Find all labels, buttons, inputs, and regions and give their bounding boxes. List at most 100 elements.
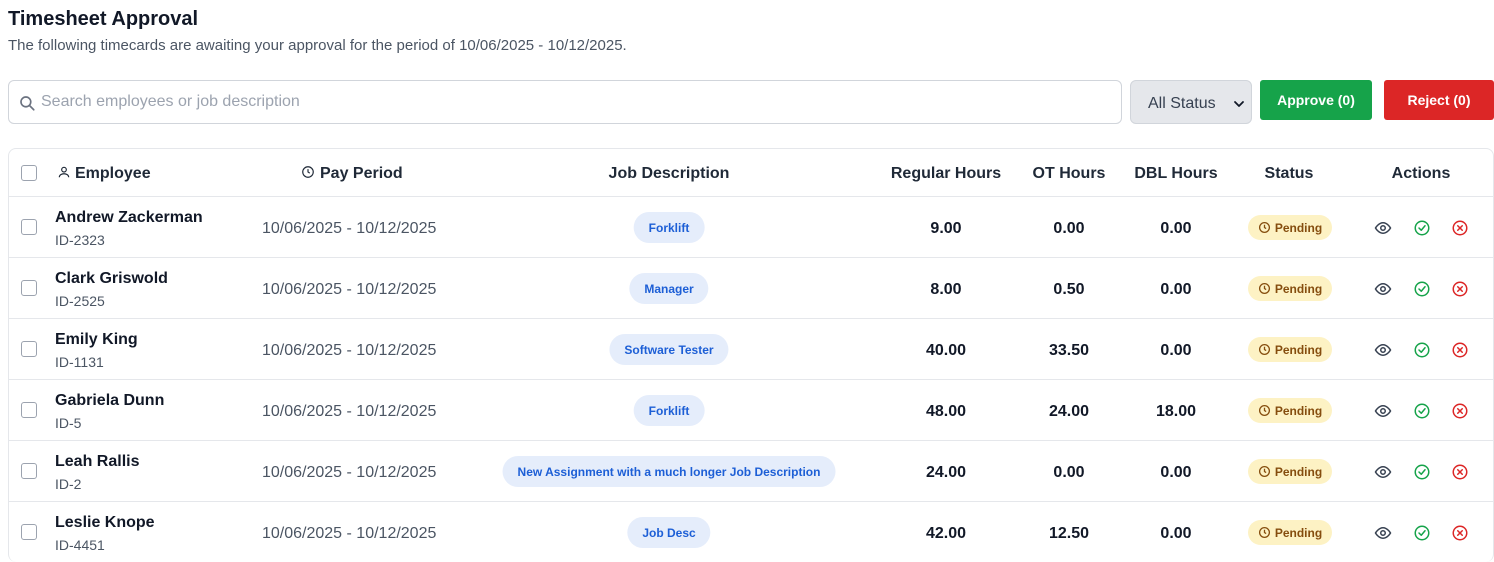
reject-row-icon[interactable] xyxy=(1451,280,1469,298)
table-row: Emily King ID-1131 10/06/2025 - 10/12/20… xyxy=(9,319,1493,380)
dbl-hours: 0.00 xyxy=(1160,342,1192,359)
reject-row-icon[interactable] xyxy=(1451,463,1469,481)
timesheet-table: Employee Pay Period Job Description Regu… xyxy=(8,148,1494,562)
pay-period: 10/06/2025 - 10/12/2025 xyxy=(262,342,437,359)
page-subtitle: The following timecards are awaiting you… xyxy=(8,37,627,54)
job-description-tag: New Assignment with a much longer Job De… xyxy=(502,456,836,487)
approve-row-icon[interactable] xyxy=(1413,524,1431,542)
row-checkbox[interactable] xyxy=(21,341,37,357)
table-row: Leslie Knope ID-4451 10/06/2025 - 10/12/… xyxy=(9,502,1493,562)
table-row: Andrew Zackerman ID-2323 10/06/2025 - 10… xyxy=(9,197,1493,258)
view-icon[interactable] xyxy=(1374,463,1392,481)
status-label: Pending xyxy=(1274,525,1323,540)
approve-row-icon[interactable] xyxy=(1413,219,1431,237)
employee-name: Andrew Zackerman xyxy=(55,209,203,226)
status-badge: Pending xyxy=(1248,337,1332,362)
job-description-tag: Manager xyxy=(629,273,709,304)
user-icon xyxy=(58,166,70,178)
reject-row-icon[interactable] xyxy=(1451,341,1469,359)
column-employee: Employee xyxy=(57,165,151,183)
ot-hours: 12.50 xyxy=(1048,525,1090,542)
row-checkbox[interactable] xyxy=(21,402,37,418)
employee-name: Clark Griswold xyxy=(55,270,168,287)
row-checkbox[interactable] xyxy=(21,280,37,296)
view-icon[interactable] xyxy=(1374,524,1392,542)
column-job-description: Job Description xyxy=(608,165,730,182)
dbl-hours: 0.00 xyxy=(1160,220,1192,237)
view-icon[interactable] xyxy=(1374,219,1392,237)
clock-icon xyxy=(1258,282,1270,295)
search-icon xyxy=(20,96,35,111)
view-icon[interactable] xyxy=(1374,280,1392,298)
ot-hours: 33.50 xyxy=(1048,342,1090,359)
ot-hours: 0.00 xyxy=(1053,220,1085,237)
table-row: Leah Rallis ID-2 10/06/2025 - 10/12/2025… xyxy=(9,441,1493,502)
ot-hours: 0.50 xyxy=(1053,281,1085,298)
job-description-tag: Job Desc xyxy=(627,517,711,548)
ot-hours: 24.00 xyxy=(1048,403,1090,420)
status-filter-select[interactable]: All Status xyxy=(1130,80,1252,124)
approve-row-icon[interactable] xyxy=(1413,463,1431,481)
clock-icon xyxy=(1258,465,1270,478)
pay-period: 10/06/2025 - 10/12/2025 xyxy=(262,464,437,481)
pay-period: 10/06/2025 - 10/12/2025 xyxy=(262,403,437,420)
employee-name: Gabriela Dunn xyxy=(55,392,165,409)
dbl-hours: 0.00 xyxy=(1160,525,1192,542)
status-badge: Pending xyxy=(1248,276,1332,301)
pay-period: 10/06/2025 - 10/12/2025 xyxy=(262,220,437,237)
clock-icon xyxy=(1258,221,1270,234)
status-badge: Pending xyxy=(1248,459,1332,484)
column-pay-period: Pay Period xyxy=(301,165,403,183)
status-label: Pending xyxy=(1274,281,1323,296)
table-row: Clark Griswold ID-2525 10/06/2025 - 10/1… xyxy=(9,258,1493,319)
search-input[interactable] xyxy=(41,82,1111,122)
chevron-down-icon xyxy=(1234,101,1244,107)
job-description-tag: Forklift xyxy=(633,395,705,426)
reject-row-icon[interactable] xyxy=(1451,402,1469,420)
column-pay-period-label: Pay Period xyxy=(320,165,403,182)
approve-button[interactable]: Approve (0) xyxy=(1260,80,1372,120)
employee-id: ID-5 xyxy=(55,415,82,431)
reject-row-icon[interactable] xyxy=(1451,524,1469,542)
approve-row-icon[interactable] xyxy=(1413,341,1431,359)
column-status: Status xyxy=(1264,165,1314,182)
status-filter-value: All Status xyxy=(1148,95,1216,112)
status-label: Pending xyxy=(1274,403,1323,418)
employee-id: ID-4451 xyxy=(55,537,105,553)
employee-name: Emily King xyxy=(55,331,138,348)
dbl-hours: 0.00 xyxy=(1160,281,1192,298)
employee-name: Leslie Knope xyxy=(55,514,155,531)
page-title: Timesheet Approval xyxy=(8,8,199,30)
row-checkbox[interactable] xyxy=(21,219,37,235)
employee-id: ID-2525 xyxy=(55,293,105,309)
view-icon[interactable] xyxy=(1374,402,1392,420)
clock-icon xyxy=(302,166,314,178)
regular-hours: 48.00 xyxy=(925,403,967,420)
column-dbl-hours: DBL Hours xyxy=(1134,165,1218,182)
row-checkbox[interactable] xyxy=(21,524,37,540)
search-box[interactable] xyxy=(8,80,1122,124)
regular-hours: 9.00 xyxy=(930,220,962,237)
column-regular-hours: Regular Hours xyxy=(890,165,1002,182)
clock-icon xyxy=(1258,404,1270,417)
employee-id: ID-2323 xyxy=(55,232,105,248)
row-checkbox[interactable] xyxy=(21,463,37,479)
regular-hours: 24.00 xyxy=(925,464,967,481)
status-badge: Pending xyxy=(1248,520,1332,545)
reject-row-icon[interactable] xyxy=(1451,219,1469,237)
status-label: Pending xyxy=(1274,342,1323,357)
reject-button[interactable]: Reject (0) xyxy=(1384,80,1494,120)
table-row: Gabriela Dunn ID-5 10/06/2025 - 10/12/20… xyxy=(9,380,1493,441)
dbl-hours: 0.00 xyxy=(1160,464,1192,481)
approve-row-icon[interactable] xyxy=(1413,402,1431,420)
approve-row-icon[interactable] xyxy=(1413,280,1431,298)
ot-hours: 0.00 xyxy=(1053,464,1085,481)
status-badge: Pending xyxy=(1248,398,1332,423)
status-label: Pending xyxy=(1274,464,1323,479)
job-description-tag: Forklift xyxy=(633,212,705,243)
view-icon[interactable] xyxy=(1374,341,1392,359)
column-actions: Actions xyxy=(1391,165,1451,182)
status-label: Pending xyxy=(1274,220,1323,235)
select-all-checkbox[interactable] xyxy=(21,165,37,181)
regular-hours: 42.00 xyxy=(925,525,967,542)
